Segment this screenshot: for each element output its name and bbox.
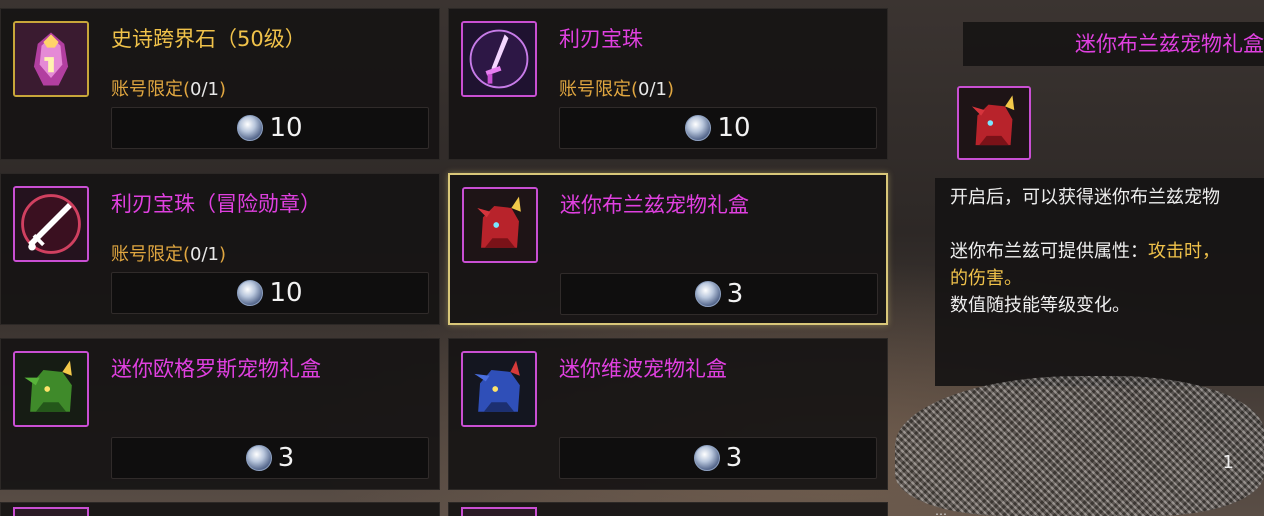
- price-bar: 10: [559, 107, 877, 149]
- item-price: 3: [726, 279, 744, 309]
- limit-value: 0/1: [638, 79, 667, 100]
- price-bar: 3: [560, 273, 878, 315]
- blade-orb-icon: [461, 21, 537, 97]
- desc-line-2-prefix: 迷你布兰兹可提供属性：: [950, 241, 1148, 262]
- shop-item-blade-orb-medal[interactable]: 利刃宝珠（冒险勋章） 账号限定(0/1) 10: [0, 173, 440, 325]
- currency-coin-icon: [693, 445, 720, 471]
- detail-title-bar: 迷你布兰兹宠物礼盒: [963, 22, 1264, 66]
- shop-item-mini-branz-pet-box[interactable]: 迷你布兰兹宠物礼盒 3: [448, 173, 888, 325]
- price-bar: 3: [111, 437, 429, 479]
- mosaic-overlay: [895, 376, 1264, 516]
- limit-label: 账号限定(: [111, 79, 191, 100]
- red-pet-icon: [462, 187, 538, 263]
- price-bar: 10: [111, 272, 429, 314]
- shop-item-blade-orb[interactable]: 利刃宝珠 账号限定(0/1) 10: [448, 8, 888, 160]
- blade-orb-medal-icon: [13, 186, 89, 262]
- item-title: 迷你布兰兹宠物礼盒: [560, 193, 749, 217]
- desc-line-2: 迷你布兰兹可提供属性：攻击时，: [950, 238, 1264, 265]
- item-title: 史诗跨界石（50级）: [111, 27, 306, 51]
- shop-item-partial[interactable]: [0, 502, 440, 516]
- item-price: 3: [277, 443, 295, 473]
- price-bar: 3: [559, 437, 877, 479]
- blue-pet-icon: [461, 351, 537, 427]
- price-bar: 10: [111, 107, 429, 149]
- epic-stone-icon: [13, 21, 89, 97]
- currency-coin-icon: [694, 281, 721, 307]
- pet-shop-screen: 史诗跨界石（50级） 账号限定(0/1) 10 利刃宝珠 账号限定(0/1) 1…: [0, 0, 1264, 516]
- currency-coin-icon: [245, 445, 272, 471]
- item-icon-partial: [461, 507, 537, 516]
- shop-item-mini-vipo-pet-box[interactable]: 迷你维波宠物礼盒 3: [448, 338, 888, 490]
- footer-text: …: [935, 504, 947, 516]
- item-icon-partial: [13, 507, 89, 516]
- item-price: 10: [717, 113, 751, 143]
- account-limit: 账号限定(0/1): [559, 75, 674, 101]
- item-title: 迷你维波宠物礼盒: [559, 357, 727, 381]
- detail-description: 开启后，可以获得迷你布兰兹宠物 迷你布兰兹可提供属性：攻击时， 的伤害。 数值随…: [935, 178, 1264, 386]
- red-pet-icon: [957, 86, 1031, 160]
- item-detail-panel: 迷你布兰兹宠物礼盒 开启后，可以获得迷你布兰兹宠物 迷你布兰兹可提供属性：攻击时…: [895, 0, 1264, 516]
- item-title: 利刃宝珠: [559, 27, 643, 51]
- item-price: 3: [725, 443, 743, 473]
- desc-line-2-highlight: 攻击时，: [1148, 241, 1220, 262]
- shop-item-partial[interactable]: [448, 502, 888, 516]
- item-price: 10: [269, 113, 303, 143]
- limit-value: 0/1: [190, 79, 219, 100]
- green-pet-icon: [13, 351, 89, 427]
- limit-close: ): [219, 79, 227, 100]
- desc-line-1: 开启后，可以获得迷你布兰兹宠物: [950, 187, 1220, 208]
- detail-title: 迷你布兰兹宠物礼盒: [1075, 32, 1264, 56]
- account-limit: 账号限定(0/1): [111, 75, 226, 101]
- currency-coin-icon: [237, 115, 264, 141]
- limit-close: ): [219, 244, 227, 265]
- shop-item-epic-stone[interactable]: 史诗跨界石（50级） 账号限定(0/1) 10: [0, 8, 440, 160]
- item-title: 迷你欧格罗斯宠物礼盒: [111, 357, 321, 381]
- desc-spacer: [950, 211, 1264, 238]
- limit-label: 账号限定(: [111, 244, 191, 265]
- currency-coin-icon: [237, 280, 264, 306]
- shop-item-grid: 史诗跨界石（50级） 账号限定(0/1) 10 利刃宝珠 账号限定(0/1) 1…: [0, 8, 890, 516]
- desc-line-3: 的伤害。: [950, 268, 1022, 289]
- limit-value: 0/1: [190, 244, 219, 265]
- detail-count: 1: [1222, 452, 1234, 473]
- currency-coin-icon: [685, 115, 712, 141]
- item-price: 10: [269, 278, 303, 308]
- account-limit: 账号限定(0/1): [111, 240, 226, 266]
- desc-line-4: 数值随技能等级变化。: [950, 295, 1130, 316]
- item-title: 利刃宝珠（冒险勋章）: [111, 192, 321, 216]
- limit-label: 账号限定(: [559, 79, 639, 100]
- shop-item-mini-ogros-pet-box[interactable]: 迷你欧格罗斯宠物礼盒 3: [0, 338, 440, 490]
- limit-close: ): [667, 79, 675, 100]
